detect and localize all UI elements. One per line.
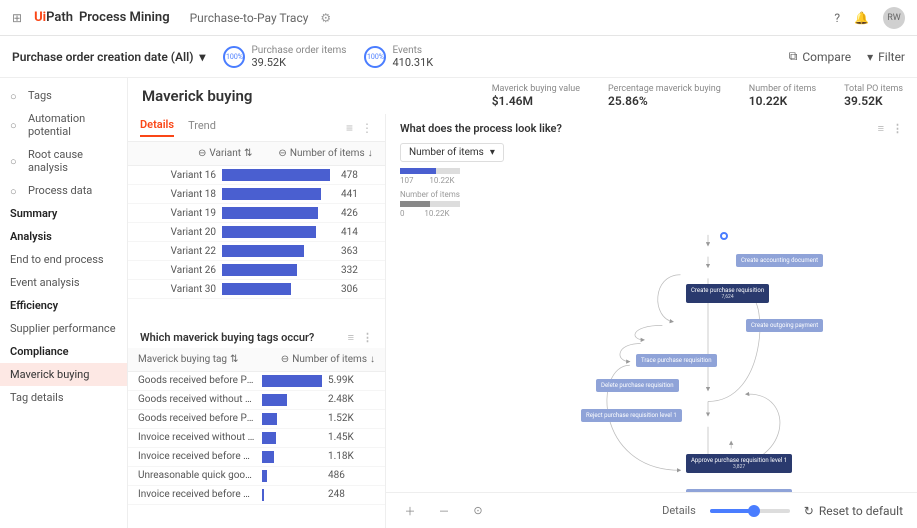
context-label: Purchase-to-Pay Tracy bbox=[190, 11, 309, 25]
compare-button[interactable]: ⧉Compare bbox=[789, 49, 851, 64]
sidebar-header[interactable]: Analysis bbox=[0, 225, 127, 248]
process-node[interactable]: Reject purchase requisition level 1 bbox=[581, 409, 682, 422]
start-node bbox=[720, 232, 728, 240]
sidebar-item[interactable]: ○Process data bbox=[0, 179, 127, 202]
kpi-ring: 100% Purchase order items39.52K bbox=[223, 45, 346, 69]
kpi-ring: 100% Events410.31K bbox=[364, 45, 433, 69]
sidebar-header[interactable]: Compliance bbox=[0, 340, 127, 363]
db-icon: ○ bbox=[10, 185, 22, 197]
zoom-in-button[interactable]: － bbox=[434, 501, 454, 521]
process-node[interactable]: Trace purchase requisition bbox=[636, 354, 717, 367]
variant-row[interactable]: Variant 16 478 bbox=[128, 166, 385, 185]
details-label: Details bbox=[662, 504, 696, 517]
metric: Total PO items39.52K bbox=[844, 84, 903, 108]
tag-row[interactable]: Goods received before PO ... 5.99K bbox=[128, 372, 385, 391]
reset-button[interactable]: ↻Reset to default bbox=[804, 504, 903, 518]
variant-row[interactable]: Variant 18 441 bbox=[128, 185, 385, 204]
process-node[interactable]: Approve purchase requisition level 2 bbox=[686, 489, 792, 492]
more-icon[interactable]: ⋮ bbox=[362, 331, 373, 344]
process-node[interactable]: Create purchase requisition7,624 bbox=[686, 284, 769, 303]
sidebar-item[interactable]: ○Tags bbox=[0, 84, 127, 107]
variant-row[interactable]: Variant 19 426 bbox=[128, 204, 385, 223]
apps-icon[interactable]: ⊞ bbox=[12, 11, 22, 25]
variant-row[interactable]: Variant 26 332 bbox=[128, 261, 385, 280]
sidebar-header[interactable]: Efficiency bbox=[0, 294, 127, 317]
tag-icon: ○ bbox=[10, 90, 22, 102]
target-icon: ○ bbox=[10, 155, 22, 167]
tag-row[interactable]: Goods received before PO ... 1.52K bbox=[128, 410, 385, 429]
tag-row[interactable]: Goods received without P... 2.48K bbox=[128, 391, 385, 410]
variant-row[interactable]: Variant 22 363 bbox=[128, 242, 385, 261]
sidebar-item[interactable]: ○Root cause analysis bbox=[0, 143, 127, 179]
col-tag-items[interactable]: Number of items bbox=[292, 354, 367, 365]
gear-icon[interactable]: ⚙ bbox=[320, 11, 331, 25]
process-node[interactable]: Create outgoing payment bbox=[746, 319, 823, 332]
variant-row[interactable]: Variant 30 306 bbox=[128, 280, 385, 299]
process-node[interactable]: Create accounting document bbox=[736, 254, 823, 267]
filter-icon[interactable]: ≡ bbox=[346, 121, 353, 135]
tag-row[interactable]: Invoice received without P... 1.45K bbox=[128, 429, 385, 448]
detail-slider[interactable] bbox=[710, 509, 790, 513]
process-node[interactable]: Approve purchase requisition level 13,82… bbox=[686, 454, 792, 473]
filter-icon[interactable]: ≡ bbox=[878, 122, 884, 135]
scale-bar bbox=[400, 168, 460, 174]
help-icon[interactable]: ? bbox=[834, 11, 840, 25]
sidebar-item[interactable]: Event analysis bbox=[0, 271, 127, 294]
wand-icon: ○ bbox=[10, 119, 22, 131]
tab-details[interactable]: Details bbox=[140, 118, 174, 137]
sidebar-item[interactable]: Supplier performance bbox=[0, 317, 127, 340]
sidebar-item[interactable]: Tag details bbox=[0, 386, 127, 409]
avatar[interactable]: RW bbox=[883, 7, 905, 29]
sidebar-header[interactable]: Summary bbox=[0, 202, 127, 225]
process-metric-select[interactable]: Number of items▾ bbox=[400, 143, 504, 162]
variant-row[interactable]: Variant 20 414 bbox=[128, 223, 385, 242]
chevron-down-icon: ▾ bbox=[199, 50, 205, 64]
tag-row[interactable]: Invoice received before PO... 1.18K bbox=[128, 448, 385, 467]
page-title: Maverick buying bbox=[142, 87, 252, 105]
zoom-fit-button[interactable]: ⊙ bbox=[468, 501, 488, 521]
process-title: What does the process look like? bbox=[400, 122, 562, 135]
bell-icon[interactable]: 🔔 bbox=[854, 11, 869, 25]
metric: Number of items10.22K bbox=[749, 84, 816, 108]
tags-title: Which maverick buying tags occur? bbox=[140, 331, 314, 344]
sidebar-item[interactable]: End to end process bbox=[0, 248, 127, 271]
more-icon[interactable]: ⋮ bbox=[361, 121, 373, 135]
filter-button[interactable]: ▾Filter bbox=[867, 50, 905, 64]
tab-trend[interactable]: Trend bbox=[188, 119, 216, 136]
metric: Maverick buying value$1.46M bbox=[492, 84, 580, 108]
zoom-out-button[interactable]: ＋ bbox=[400, 501, 420, 521]
sidebar-item[interactable]: ○Automation potential bbox=[0, 107, 127, 143]
metric: Percentage maverick buying25.86% bbox=[608, 84, 721, 108]
sidebar-item[interactable]: Maverick buying bbox=[0, 363, 127, 386]
col-tag[interactable]: Maverick buying tag bbox=[138, 354, 227, 365]
date-filter[interactable]: Purchase order creation date (All)▾ bbox=[12, 50, 205, 64]
process-node[interactable]: Delete purchase requisition bbox=[596, 379, 679, 392]
more-icon[interactable]: ⋮ bbox=[892, 122, 903, 135]
scale-bar-2 bbox=[400, 201, 460, 207]
tag-row[interactable]: Invoice received before PO... 248 bbox=[128, 486, 385, 505]
process-graph[interactable]: Create accounting document Create purchas… bbox=[386, 224, 917, 492]
filter-icon[interactable]: ≡ bbox=[348, 331, 354, 344]
col-items[interactable]: Number of items bbox=[290, 148, 365, 159]
logo: UiPath Process Mining bbox=[34, 10, 170, 25]
col-variant[interactable]: Variant bbox=[209, 148, 241, 159]
tag-row[interactable]: Unreasonable quick goods... 486 bbox=[128, 467, 385, 486]
sidebar: ○Tags○Automation potential○Root cause an… bbox=[0, 78, 128, 528]
